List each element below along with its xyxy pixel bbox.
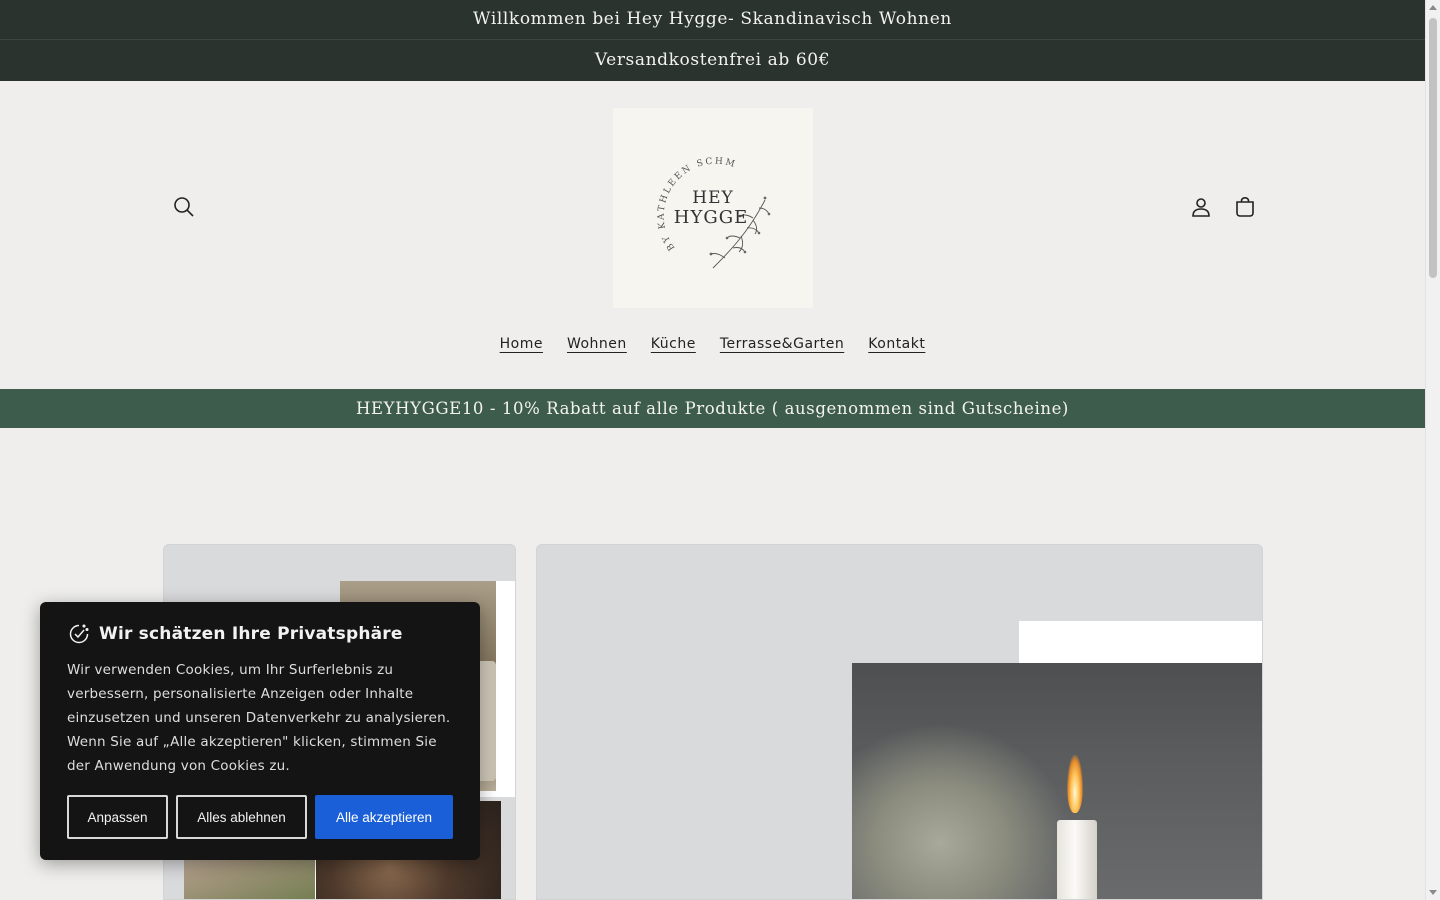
nav-item-terrasse-garten[interactable]: Terrasse&Garten [720, 336, 844, 352]
search-icon [174, 197, 194, 217]
logo-text-hey: HEY [692, 188, 734, 208]
nav-item-kontakt[interactable]: Kontakt [868, 336, 925, 352]
cart-icon [1236, 196, 1254, 217]
cookie-check-icon [69, 624, 89, 644]
cookie-consent-dialog: Wir schätzen Ihre Privatsphäre Wir verwe… [40, 602, 480, 860]
customize-button[interactable]: Anpassen [67, 795, 168, 839]
cookie-dialog-header: Wir schätzen Ihre Privatsphäre [67, 622, 403, 646]
scroll-up-icon[interactable] [1429, 5, 1437, 10]
announcement-bar-shipping: Versandkostenfrei ab 60€ [0, 40, 1425, 81]
cookie-dialog-title: Wir schätzen Ihre Privatsphäre [99, 624, 403, 644]
main-navigation: Home Wohnen Küche Terrasse&Garten Kontak… [0, 336, 1425, 352]
promo-banner: HEYHYGGE10 - 10% Rabatt auf alle Produkt… [0, 389, 1425, 428]
page-scrollbar[interactable] [1425, 0, 1440, 900]
logo-text-hygge: HYGGE [673, 207, 749, 228]
site-logo[interactable]: BY KATHLEEN SCHMIDT [613, 108, 813, 308]
svg-text:BY KATHLEEN SCHMIDT: BY KATHLEEN SCHMIDT [613, 108, 738, 252]
account-icon [1192, 198, 1210, 217]
accept-all-button[interactable]: Alle akzeptieren [315, 795, 453, 839]
site-header: BY KATHLEEN SCHMIDT [0, 81, 1425, 389]
nav-item-wohnen[interactable]: Wohnen [567, 336, 627, 352]
logo-arc-text: BY KATHLEEN SCHMIDT [613, 108, 736, 252]
nav-item-home[interactable]: Home [500, 336, 543, 352]
scroll-down-icon[interactable] [1429, 890, 1437, 895]
collection-card-right[interactable] [536, 544, 1263, 900]
account-button[interactable] [1183, 189, 1219, 225]
announcement-bar-welcome: Willkommen bei Hey Hygge- Skandinavisch … [0, 0, 1425, 40]
cart-button[interactable] [1227, 189, 1263, 225]
reject-all-button[interactable]: Alles ablehnen [176, 795, 307, 839]
cookie-dialog-text: Wir verwenden Cookies, um Ihr Surferlebn… [67, 662, 451, 774]
search-button[interactable] [166, 189, 202, 225]
scrollbar-thumb[interactable] [1429, 18, 1437, 278]
photo-frame [1019, 621, 1262, 665]
nav-item-kueche[interactable]: Küche [651, 336, 696, 352]
product-photo-candle [852, 663, 1262, 899]
